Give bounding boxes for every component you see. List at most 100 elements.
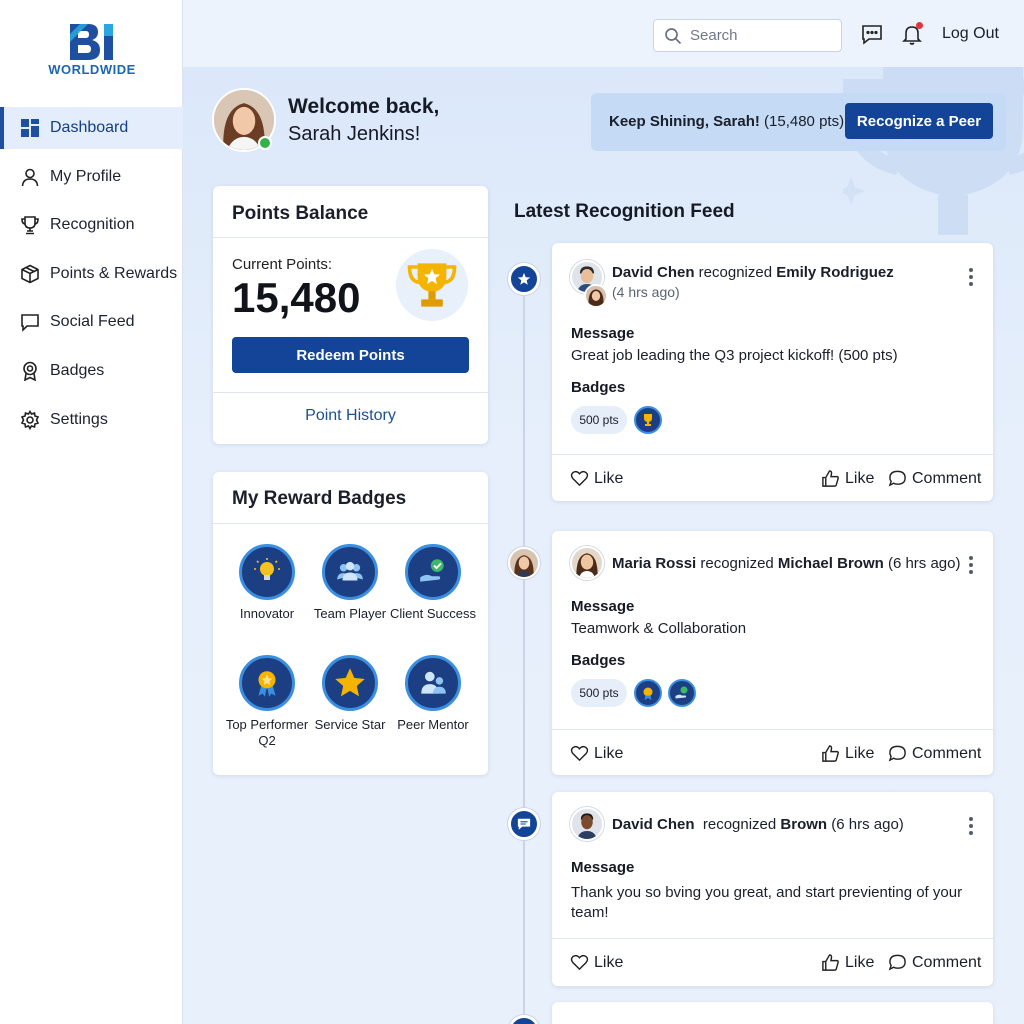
like-label: Like: [845, 469, 875, 487]
sidebar-item-label: Settings: [50, 410, 108, 428]
sidebar-item-points-rewards[interactable]: Points & Rewards: [0, 253, 183, 295]
comment-icon: [888, 954, 906, 971]
comment-label: Comment: [912, 953, 982, 971]
handshake-badge-icon: [668, 679, 696, 707]
points-pill: 500 pts: [571, 679, 627, 707]
thumbs-up-icon: [822, 470, 839, 487]
thumbs-up-button[interactable]: Like: [821, 469, 874, 488]
more-options-icon[interactable]: [969, 817, 973, 835]
comment-button[interactable]: Comment: [888, 469, 981, 488]
message-text: Thank you so bving you great, and start …: [571, 884, 963, 921]
heart-icon: [570, 954, 589, 971]
like-label: Like: [845, 744, 875, 762]
thumbs-up-icon: [822, 954, 839, 971]
post-time: (4 hrs ago): [612, 284, 680, 300]
handshake-check-icon: [405, 544, 461, 600]
box-icon: [20, 264, 40, 284]
receiver-name[interactable]: Brown: [780, 816, 827, 833]
like-label: Like: [845, 953, 875, 971]
comment-button[interactable]: Comment: [888, 744, 981, 763]
search-icon: [665, 27, 682, 44]
like-button[interactable]: Like: [570, 953, 623, 972]
timeline-line: [523, 277, 525, 1024]
timeline-star-node: [508, 263, 540, 295]
online-status-indicator: [258, 136, 272, 150]
current-points-value: 15,480: [232, 274, 361, 321]
sidebar-item-badges[interactable]: Badges: [0, 350, 183, 392]
chat-icon: [20, 312, 40, 333]
receiver-name[interactable]: Michael Brown: [778, 555, 884, 572]
ribbon-badge-icon: [634, 679, 662, 707]
sidebar-item-label: Recognition: [50, 216, 135, 234]
trophy-badge-icon: [634, 406, 662, 434]
notifications-button[interactable]: [900, 22, 924, 46]
divider: [213, 237, 488, 238]
comment-icon: [888, 745, 906, 762]
timeline-avatar: [508, 547, 540, 579]
feed-title: Latest Recognition Feed: [514, 201, 735, 222]
reward-badges-card: My Reward Badges Innovator Team Player C…: [213, 472, 488, 775]
post-actions: Like Like Comment: [552, 729, 993, 775]
badge-label: Innovator: [239, 606, 295, 621]
giver-name[interactable]: Maria Rossi: [612, 555, 696, 572]
divider: [213, 392, 488, 393]
badge-item[interactable]: Service Star: [305, 655, 395, 733]
thumbs-up-button[interactable]: Like: [821, 744, 874, 763]
receiver-avatar[interactable]: [584, 284, 608, 308]
post-verb: recognized: [696, 555, 778, 572]
post-actions: Like Like Comment: [552, 454, 993, 500]
lightbulb-icon: [239, 544, 295, 600]
like-button[interactable]: Like: [570, 469, 623, 488]
logout-button[interactable]: Log Out: [942, 25, 999, 43]
like-label: Like: [594, 744, 624, 762]
badge-item[interactable]: Client Success: [388, 544, 478, 622]
like-button[interactable]: Like: [570, 744, 623, 763]
badge-item[interactable]: Peer Mentor: [388, 655, 478, 733]
sidebar-item-social-feed[interactable]: Social Feed: [0, 301, 183, 343]
card-title: Points Balance: [232, 203, 369, 224]
main-content: Welcome back, Sarah Jenkins! Keep Shinin…: [183, 67, 1024, 1024]
current-points-label: Current Points:: [232, 256, 333, 273]
badge-label: Team Player: [313, 606, 387, 621]
recognition-post: David Chen recognized Brown (6 hrs ago) …: [552, 792, 993, 986]
post-actions: Like Like Comment: [552, 938, 993, 984]
badge-item[interactable]: Top Performer Q2: [222, 655, 312, 749]
timeline-comment-node: [508, 808, 540, 840]
giver-avatar[interactable]: [570, 546, 604, 580]
thumbs-up-button[interactable]: Like: [821, 953, 874, 972]
recognize-peer-button[interactable]: Recognize a Peer: [845, 103, 993, 139]
badge-label: Peer Mentor: [397, 717, 469, 732]
banner-text-points: (15,480 pts): [759, 113, 845, 130]
sidebar-item-my-profile[interactable]: My Profile: [0, 156, 183, 198]
comment-button[interactable]: Comment: [888, 953, 981, 972]
badge-item[interactable]: Innovator: [222, 544, 312, 622]
like-label: Like: [594, 469, 624, 487]
avatar-portrait-icon: [586, 286, 606, 306]
message-text: Great job leading the Q3 project kickoff…: [571, 347, 898, 364]
badge-item[interactable]: Team Player: [305, 544, 395, 622]
redeem-points-button[interactable]: Redeem Points: [232, 337, 469, 373]
sidebar-item-recognition[interactable]: Recognition: [0, 204, 183, 246]
receiver-name[interactable]: Emily Rodriguez: [776, 264, 894, 281]
post-header: David Chen recognized Brown (6 hrs ago): [612, 816, 904, 833]
search-input[interactable]: Search: [653, 19, 842, 52]
more-options-icon[interactable]: [969, 268, 973, 286]
user-icon: [20, 167, 40, 187]
notification-badge: [916, 22, 923, 29]
more-options-icon[interactable]: [969, 556, 973, 574]
message-label: Message: [571, 598, 635, 615]
messages-icon[interactable]: [860, 22, 884, 46]
post-verb: recognized: [694, 816, 781, 833]
top-bar: Search Log Out: [183, 0, 1024, 67]
post-time: (6 hrs ago): [883, 555, 961, 572]
message-label: Message: [571, 859, 635, 876]
sidebar-item-dashboard[interactable]: Dashboard: [0, 107, 183, 149]
point-history-link[interactable]: Point History: [213, 407, 488, 425]
giver-name[interactable]: David Chen: [612, 816, 695, 833]
points-trophy: [396, 249, 468, 321]
giver-name[interactable]: David Chen: [612, 264, 695, 281]
avatar-portrait-icon: [572, 809, 602, 839]
sidebar-item-settings[interactable]: Settings: [0, 399, 183, 441]
giver-avatar[interactable]: [570, 807, 604, 841]
brand-logo[interactable]: WORLDWIDE: [44, 20, 140, 80]
